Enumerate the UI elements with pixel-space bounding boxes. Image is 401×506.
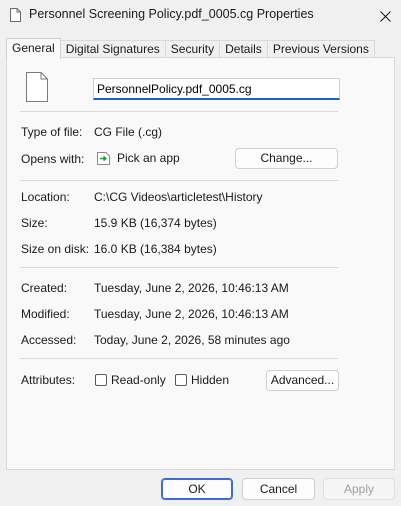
window-title: Personnel Screening Policy.pdf_0005.cg P… bbox=[29, 7, 314, 21]
close-button[interactable] bbox=[369, 0, 401, 32]
size-on-disk-label: Size on disk: bbox=[21, 242, 90, 256]
hidden-checkbox[interactable] bbox=[175, 374, 187, 386]
accessed-label: Accessed: bbox=[21, 333, 77, 347]
divider bbox=[20, 180, 338, 181]
divider bbox=[20, 111, 338, 112]
accessed-value: Today, June 2, 2026, 58 minutes ago bbox=[94, 333, 290, 347]
tab-strip: General Digital Signatures Security Deta… bbox=[6, 38, 375, 59]
tab-general[interactable]: General bbox=[6, 38, 61, 59]
divider bbox=[20, 358, 338, 359]
advanced-button[interactable]: Advanced... bbox=[266, 370, 339, 391]
size-on-disk-value: 16.0 KB (16,384 bytes) bbox=[94, 242, 217, 256]
created-label: Created: bbox=[21, 281, 68, 295]
divider bbox=[20, 267, 338, 268]
location-value: C:\CG Videos\articletest\History bbox=[94, 190, 263, 204]
cancel-button[interactable]: Cancel bbox=[242, 478, 315, 500]
size-value: 15.9 KB (16,374 bytes) bbox=[94, 216, 217, 230]
modified-label: Modified: bbox=[21, 307, 70, 321]
created-value: Tuesday, June 2, 2026, 10:46:13 AM bbox=[94, 281, 289, 295]
location-label: Location: bbox=[21, 190, 70, 204]
opens-with-value: Pick an app bbox=[117, 151, 180, 165]
pick-app-icon bbox=[97, 152, 110, 165]
general-panel: Type of file: CG File (.cg) Opens with: … bbox=[6, 57, 395, 470]
change-button[interactable]: Change... bbox=[235, 148, 338, 169]
attributes-label: Attributes: bbox=[21, 373, 76, 387]
type-of-file-value: CG File (.cg) bbox=[94, 125, 163, 139]
file-icon bbox=[26, 72, 48, 102]
filename-input[interactable] bbox=[93, 78, 340, 100]
type-of-file-label: Type of file: bbox=[21, 125, 83, 139]
modified-value: Tuesday, June 2, 2026, 10:46:13 AM bbox=[94, 307, 289, 321]
close-icon bbox=[379, 10, 391, 22]
title-bar: Personnel Screening Policy.pdf_0005.cg P… bbox=[0, 0, 401, 32]
readonly-checkbox[interactable] bbox=[95, 374, 107, 386]
apply-button[interactable]: Apply bbox=[323, 478, 395, 500]
document-icon bbox=[10, 8, 21, 22]
readonly-label: Read-only bbox=[111, 373, 166, 387]
opens-with-label: Opens with: bbox=[21, 152, 85, 166]
size-label: Size: bbox=[21, 216, 48, 230]
hidden-label: Hidden bbox=[191, 373, 230, 387]
ok-button[interactable]: OK bbox=[161, 478, 233, 500]
